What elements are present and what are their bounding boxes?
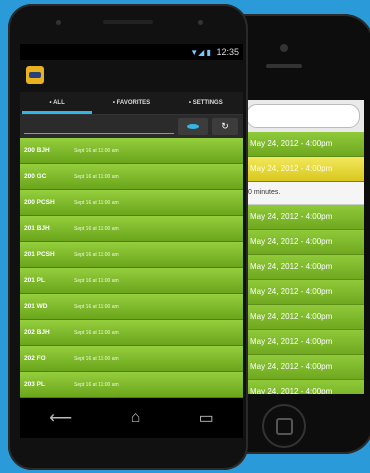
list-item[interactable]: 202 FO Sept 16 at 11:00 am xyxy=(20,346,243,372)
list-item[interactable]: 201 BJH Sept 16 at 11:00 am xyxy=(20,216,243,242)
departure-time: Sept 16 at 11:00 am xyxy=(74,330,119,336)
list-item[interactable]: 201 PL Sept 16 at 11:00 am xyxy=(20,268,243,294)
tab-bar: • ALL • FAVORITES • SETTINGS xyxy=(20,92,243,115)
sensor-icon xyxy=(198,20,203,25)
departure-time: Sept 16 at 11:00 am xyxy=(74,226,119,232)
refresh-button[interactable]: ↻ xyxy=(212,118,238,135)
list-item[interactable]: May 24, 2012 - 4:00pm xyxy=(244,230,364,255)
route-code: 202 BJH xyxy=(24,329,50,336)
list-item[interactable]: May 24, 2012 - 4:00pm xyxy=(244,132,364,157)
android-screen: ▼◢ ▮ 12:35 • ALL • FAVORITES • SETTINGS … xyxy=(20,44,243,398)
list-item[interactable]: 200 BJH Sept 16 at 11:00 am xyxy=(20,138,243,164)
filter-input[interactable] xyxy=(24,133,174,134)
departure-time: Sept 16 at 11:00 am xyxy=(74,148,119,154)
list-item[interactable]: May 24, 2012 - 4:00pm xyxy=(244,280,364,305)
list-item[interactable]: May 24, 2012 - 4:00pm xyxy=(244,330,364,355)
detail-note: 0 minutes. xyxy=(244,182,364,205)
route-code: 200 PCSH xyxy=(24,199,55,206)
tab-favorites[interactable]: • FAVORITES xyxy=(94,92,168,114)
filter-toolbar: ↻ xyxy=(20,115,243,139)
iphone-screen: May 24, 2012 - 4:00pm May 24, 2012 - 4:00… xyxy=(244,100,364,394)
schedule-list: 200 BJH Sept 16 at 11:00 am 200 GC Sept 16 … xyxy=(20,138,243,398)
signal-icon: ▼◢ ▮ xyxy=(190,48,211,57)
home-icon[interactable]: ⌂ xyxy=(131,409,141,427)
departure-time: Sept 16 at 11:00 am xyxy=(74,200,119,206)
list-item[interactable]: 200 PCSH Sept 16 at 11:00 am xyxy=(20,190,243,216)
list-item[interactable]: May 24, 2012 - 4:00pm xyxy=(244,255,364,280)
departure-time: Sept 16 at 11:00 am xyxy=(74,304,119,310)
tab-all[interactable]: • ALL xyxy=(20,92,94,114)
route-code: 202 FO xyxy=(24,355,46,362)
tab-settings-label: SETTINGS xyxy=(192,100,223,106)
route-code: 200 GC xyxy=(24,173,47,180)
list-item[interactable]: May 24, 2012 - 4:00pm xyxy=(244,355,364,380)
list-item[interactable]: 201 WD Sept 16 at 11:00 am xyxy=(20,294,243,320)
route-code: 201 PL xyxy=(24,277,45,284)
back-icon[interactable]: ⟵ xyxy=(49,408,72,428)
route-code: 200 BJH xyxy=(24,147,50,154)
speaker-grille xyxy=(266,64,302,68)
action-bar xyxy=(20,60,243,92)
search-input[interactable] xyxy=(246,104,360,128)
list-item[interactable]: 202 BJH Sept 16 at 11:00 am xyxy=(20,320,243,346)
list-item[interactable]: 201 PCSH Sept 16 at 11:00 am xyxy=(20,242,243,268)
navigation-bar: ⟵ ⌂ ▭ xyxy=(20,398,243,438)
tab-all-label: ALL xyxy=(53,100,65,106)
list-item[interactable]: 203 PL Sept 16 at 11:00 am xyxy=(20,372,243,398)
list-item[interactable]: 200 GC Sept 16 at 11:00 am xyxy=(20,164,243,190)
camera-icon xyxy=(280,44,288,52)
tab-favorites-label: FAVORITES xyxy=(116,100,151,106)
route-code: 201 BJH xyxy=(24,225,50,232)
departure-time: Sept 16 at 11:00 am xyxy=(74,252,119,258)
recent-apps-icon[interactable]: ▭ xyxy=(199,408,214,428)
app-logo-icon[interactable] xyxy=(26,66,44,84)
list-item[interactable]: May 24, 2012 - 4:00pm xyxy=(244,157,364,182)
tab-settings[interactable]: • SETTINGS xyxy=(169,92,243,114)
list-item[interactable]: May 24, 2012 - 4:00pm xyxy=(244,380,364,394)
home-button[interactable] xyxy=(262,404,306,448)
route-code: 201 WD xyxy=(24,303,48,310)
speaker-grille xyxy=(103,20,153,24)
departure-time: Sept 16 at 11:00 am xyxy=(74,174,119,180)
status-time: 12:35 xyxy=(216,47,239,57)
departure-time: Sept 16 at 11:00 am xyxy=(74,356,119,362)
list-item[interactable]: May 24, 2012 - 4:00pm xyxy=(244,205,364,230)
departure-time: Sept 16 at 11:00 am xyxy=(74,278,119,284)
list-item[interactable]: May 24, 2012 - 4:00pm xyxy=(244,305,364,330)
visibility-toggle-button[interactable] xyxy=(178,118,208,135)
route-code: 201 PCSH xyxy=(24,251,55,258)
route-code: 203 PL xyxy=(24,381,45,388)
iphone-schedule-list: May 24, 2012 - 4:00pm May 24, 2012 - 4:00… xyxy=(244,132,364,394)
android-device: ▼◢ ▮ 12:35 • ALL • FAVORITES • SETTINGS … xyxy=(8,4,248,470)
camera-icon xyxy=(56,20,61,25)
departure-time: Sept 16 at 11:00 am xyxy=(74,382,119,388)
status-bar: ▼◢ ▮ 12:35 xyxy=(20,44,243,60)
